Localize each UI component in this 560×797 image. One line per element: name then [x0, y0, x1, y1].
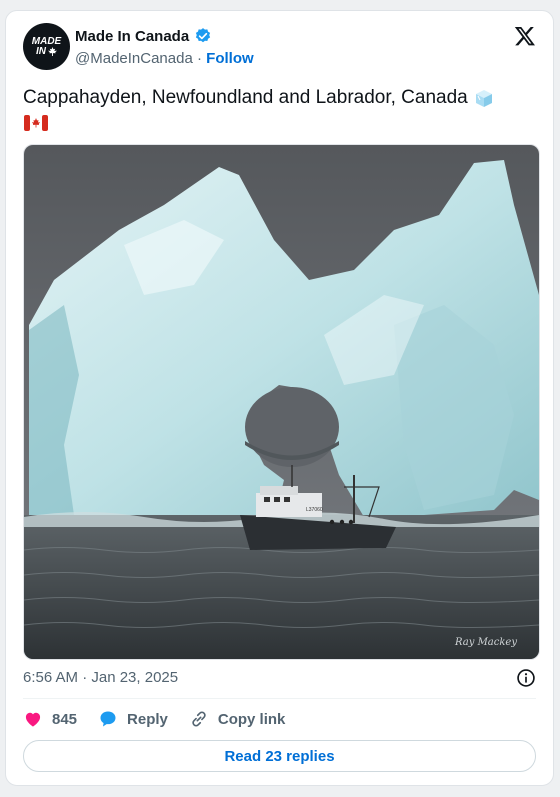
display-name[interactable]: Made In Canada: [75, 28, 189, 45]
tweet-body: Cappahayden, Newfoundland and Labrador, …: [23, 87, 468, 108]
tweet-text: Cappahayden, Newfoundland and Labrador, …: [23, 85, 538, 135]
timestamp[interactable]: 6:56 AM · Jan 23, 2025: [23, 669, 178, 686]
reply-label: Reply: [127, 710, 168, 728]
avatar-text-in: IN: [36, 45, 46, 57]
photo-watermark: Ray Mackey: [455, 637, 517, 648]
reply-button[interactable]: Reply: [98, 709, 168, 729]
follow-button[interactable]: Follow: [206, 50, 254, 67]
tweet-card: MADE IN Made In Canada @MadeInCanada · F…: [5, 10, 554, 786]
like-count: 845: [52, 710, 78, 728]
ice-cube-emoji-icon: [476, 89, 493, 107]
copy-link-label: Copy link: [217, 710, 286, 728]
heart-icon: [25, 712, 41, 727]
verified-badge-icon: [196, 28, 211, 43]
maple-leaf-icon: [48, 47, 57, 56]
canada-flag-emoji-icon: [24, 114, 48, 131]
author-name-row: Made In Canada: [75, 27, 212, 45]
author-handle[interactable]: @MadeInCanada: [75, 50, 193, 67]
avatar[interactable]: MADE IN: [23, 23, 70, 70]
iceberg-photo-image: L37060: [24, 145, 539, 659]
avatar-text-made: MADE: [31, 35, 62, 47]
x-logo-icon[interactable]: [514, 25, 536, 47]
action-bar: 845 Reply Copy link: [23, 708, 306, 730]
info-icon[interactable]: [516, 668, 536, 688]
avatar-line2: IN: [36, 45, 57, 57]
speech-bubble-icon: [100, 711, 116, 727]
handle-row: @MadeInCanada · Follow: [75, 50, 254, 67]
like-button[interactable]: 845: [23, 709, 77, 729]
tweet-photo[interactable]: L37060 Ray Mackey: [23, 144, 540, 660]
boat-registration: L37060: [306, 507, 323, 513]
copy-link-button[interactable]: Copy link: [189, 709, 286, 729]
read-replies-button[interactable]: Read 23 replies: [23, 740, 536, 772]
divider: [23, 698, 536, 699]
link-icon: [192, 711, 206, 727]
separator-dot: ·: [196, 50, 202, 67]
